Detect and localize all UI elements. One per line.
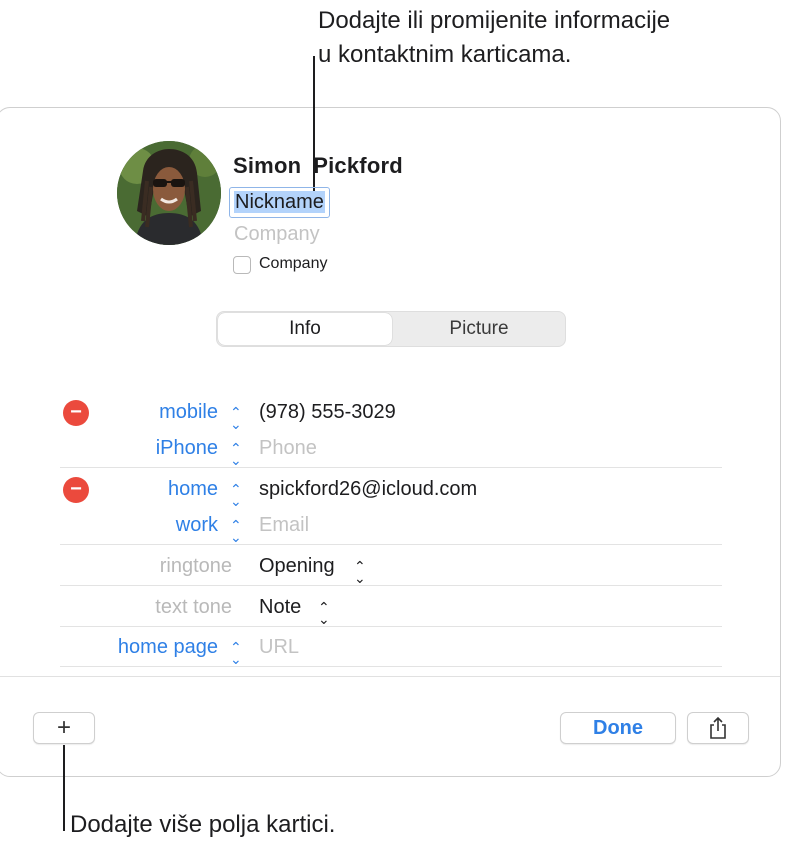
url-label-stepper-icon[interactable]: ⌃ ⌄: [230, 640, 242, 666]
email-label-home-stepper-icon[interactable]: ⌃ ⌄: [230, 482, 242, 508]
info-picture-segmented-control: Info Picture: [216, 311, 566, 347]
remove-phone-button[interactable]: −: [63, 400, 89, 426]
first-name[interactable]: Simon: [233, 153, 301, 178]
share-button[interactable]: [687, 712, 749, 744]
phone-label-iphone-stepper-icon[interactable]: ⌃ ⌄: [230, 441, 242, 467]
add-field-button[interactable]: +: [33, 712, 95, 744]
phone-label-iphone[interactable]: iPhone: [156, 437, 218, 460]
text-tone-stepper-icon[interactable]: ⌃ ⌄: [318, 600, 330, 626]
callout-edit-info: Dodajte ili promijenite informacije u ko…: [318, 4, 670, 72]
share-icon: [710, 716, 726, 739]
divider: [60, 467, 722, 468]
company-checkbox[interactable]: [233, 256, 251, 274]
done-button[interactable]: Done: [560, 712, 676, 744]
url-placeholder[interactable]: URL: [259, 636, 299, 659]
divider: [60, 585, 722, 586]
last-name[interactable]: Pickford: [313, 153, 403, 178]
email-label-work-stepper-icon[interactable]: ⌃ ⌄: [230, 518, 242, 544]
tab-picture[interactable]: Picture: [393, 312, 565, 346]
phone-value[interactable]: (978) 555-3029: [259, 401, 396, 424]
text-tone-value: Note: [259, 596, 302, 618]
avatar-photo: [117, 141, 221, 245]
email-placeholder[interactable]: Email: [259, 514, 309, 537]
url-label-home-page[interactable]: home page: [118, 636, 218, 659]
callout-add-fields: Dodajte više polja kartici.: [70, 811, 336, 838]
avatar[interactable]: [117, 141, 221, 245]
remove-email-button[interactable]: −: [63, 477, 89, 503]
nickname-selected-text: Nickname: [234, 191, 325, 213]
ringtone-value: Opening: [259, 555, 335, 577]
email-value[interactable]: spickford26@icloud.com: [259, 478, 477, 501]
divider: [60, 544, 722, 545]
callout-edit-info-line2: u kontaktnim karticama.: [318, 41, 572, 68]
callout-add-fields-leader: [63, 745, 65, 831]
phone-label-mobile[interactable]: mobile: [159, 401, 218, 424]
tab-info[interactable]: Info: [218, 313, 392, 345]
ringtone-popup[interactable]: Opening: [259, 555, 335, 578]
company-field[interactable]: Company: [234, 223, 320, 246]
nickname-field[interactable]: Nickname: [229, 187, 330, 218]
divider: [60, 626, 722, 627]
phone-label-mobile-stepper-icon[interactable]: ⌃ ⌄: [230, 405, 242, 431]
phone-placeholder[interactable]: Phone: [259, 437, 317, 460]
divider: [60, 666, 722, 667]
company-checkbox-label: Company: [259, 255, 328, 272]
callout-edit-info-leader: [313, 56, 315, 194]
email-label-work[interactable]: work: [176, 514, 218, 537]
callout-edit-info-line1: Dodajte ili promijenite informacije: [318, 7, 671, 34]
text-tone-popup[interactable]: Note: [259, 596, 301, 619]
contact-name[interactable]: Simon Pickford: [233, 153, 403, 179]
ringtone-stepper-icon[interactable]: ⌃ ⌄: [354, 559, 366, 585]
ringtone-label: ringtone: [159, 555, 232, 577]
text-tone-label: text tone: [155, 596, 232, 618]
footer-separator: [0, 676, 780, 677]
email-label-home[interactable]: home: [168, 478, 218, 501]
